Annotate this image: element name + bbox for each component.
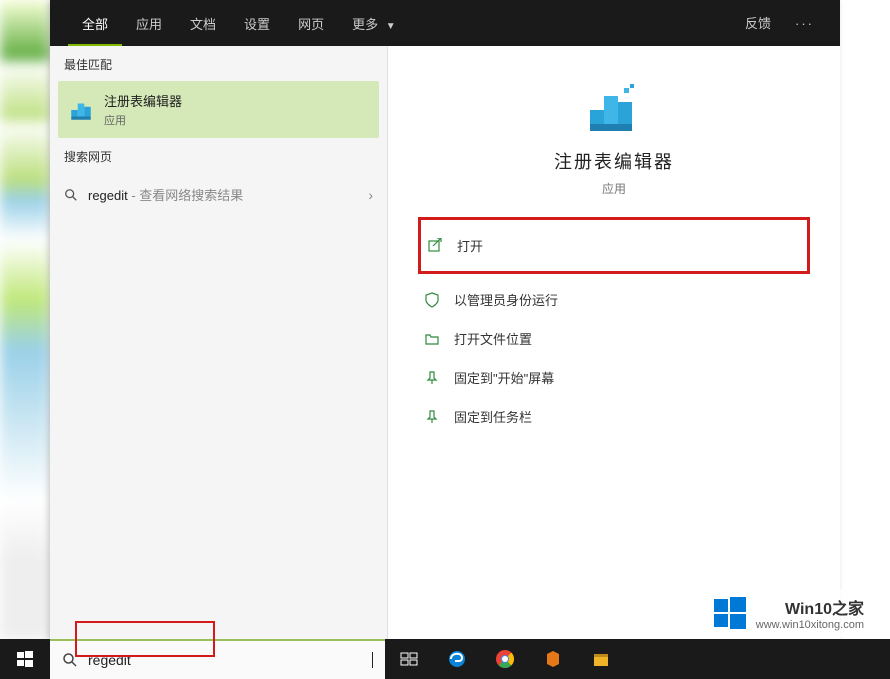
tab-documents[interactable]: 文档 [176, 1, 230, 46]
tab-settings[interactable]: 设置 [230, 1, 284, 46]
action-pin-start[interactable]: 固定到"开始"屏幕 [418, 358, 810, 397]
pin-taskbar-icon [424, 409, 440, 425]
action-list: 打开 以管理员身份运行 打开文件位置 [418, 217, 810, 436]
content-area: 最佳匹配 注册表编辑器 应用 搜索网页 [50, 46, 840, 640]
regedit-icon [68, 97, 94, 123]
watermark: Win10之家 www.win10xitong.com [706, 589, 870, 637]
windows-logo-icon [712, 595, 748, 631]
action-pin-start-label: 固定到"开始"屏幕 [454, 368, 554, 387]
detail-title: 注册表编辑器 [418, 148, 810, 174]
desktop-background [0, 0, 50, 640]
best-match-title: 注册表编辑器 [104, 91, 182, 110]
action-open[interactable]: 打开 [418, 217, 810, 274]
windows-icon [17, 651, 33, 667]
best-match-subtitle: 应用 [104, 112, 182, 128]
start-button[interactable] [0, 639, 50, 679]
web-search-result[interactable]: regedit - 查看网络搜索结果 › [50, 173, 387, 216]
text-caret [372, 652, 373, 668]
results-list-panel: 最佳匹配 注册表编辑器 应用 搜索网页 [50, 46, 388, 640]
task-view-icon[interactable] [385, 639, 433, 679]
tab-all[interactable]: 全部 [68, 1, 122, 46]
tab-web[interactable]: 网页 [284, 1, 338, 46]
chevron-right-icon: › [368, 187, 373, 203]
watermark-url: www.win10xitong.com [756, 619, 864, 631]
app-orange-icon[interactable] [529, 639, 577, 679]
tab-more-label: 更多 [352, 17, 378, 32]
action-pin-taskbar-label: 固定到任务栏 [454, 407, 532, 426]
regedit-large-icon [582, 76, 646, 140]
shield-icon [424, 292, 440, 308]
taskbar-app-icons [385, 639, 625, 679]
taskbar-search-input[interactable] [88, 652, 361, 668]
search-results-window: 全部 应用 文档 设置 网页 更多 ▼ 反馈 ··· 最佳匹配 [50, 0, 840, 640]
chevron-down-icon: ▼ [386, 21, 396, 32]
feedback-link[interactable]: 反馈 [739, 3, 777, 44]
detail-header: 注册表编辑器 应用 [418, 76, 810, 197]
edge-icon[interactable] [433, 639, 481, 679]
action-open-location-label: 打开文件位置 [454, 329, 532, 348]
best-match-item[interactable]: 注册表编辑器 应用 [58, 81, 379, 138]
best-match-text: 注册表编辑器 应用 [104, 91, 182, 128]
action-open-label: 打开 [457, 236, 483, 255]
web-query-desc: - 查看网络搜索结果 [128, 188, 244, 203]
search-icon [62, 652, 78, 668]
action-open-location[interactable]: 打开文件位置 [418, 319, 810, 358]
search-tabs-bar: 全部 应用 文档 设置 网页 更多 ▼ 反馈 ··· [50, 0, 840, 46]
taskbar-search-box[interactable] [50, 639, 385, 679]
action-run-admin-label: 以管理员身份运行 [454, 290, 558, 309]
web-query-text: regedit [88, 188, 128, 203]
app-yellow-icon[interactable] [577, 639, 625, 679]
folder-icon [424, 331, 440, 347]
detail-subtitle: 应用 [418, 180, 810, 197]
search-icon [64, 188, 78, 202]
taskbar [0, 639, 890, 679]
chrome-icon[interactable] [481, 639, 529, 679]
tabs-right-group: 反馈 ··· [739, 3, 822, 44]
section-best-match-header: 最佳匹配 [50, 46, 387, 81]
open-icon [427, 238, 443, 254]
detail-panel: 注册表编辑器 应用 打开 以管理员身份运行 [388, 46, 840, 640]
more-options-icon[interactable]: ··· [787, 8, 822, 39]
pin-start-icon [424, 370, 440, 386]
action-run-admin[interactable]: 以管理员身份运行 [418, 280, 810, 319]
section-web-search-header: 搜索网页 [50, 138, 387, 173]
tab-apps[interactable]: 应用 [122, 1, 176, 46]
action-pin-taskbar[interactable]: 固定到任务栏 [418, 397, 810, 436]
tab-more[interactable]: 更多 ▼ [338, 1, 410, 46]
watermark-title: Win10之家 [756, 595, 864, 619]
